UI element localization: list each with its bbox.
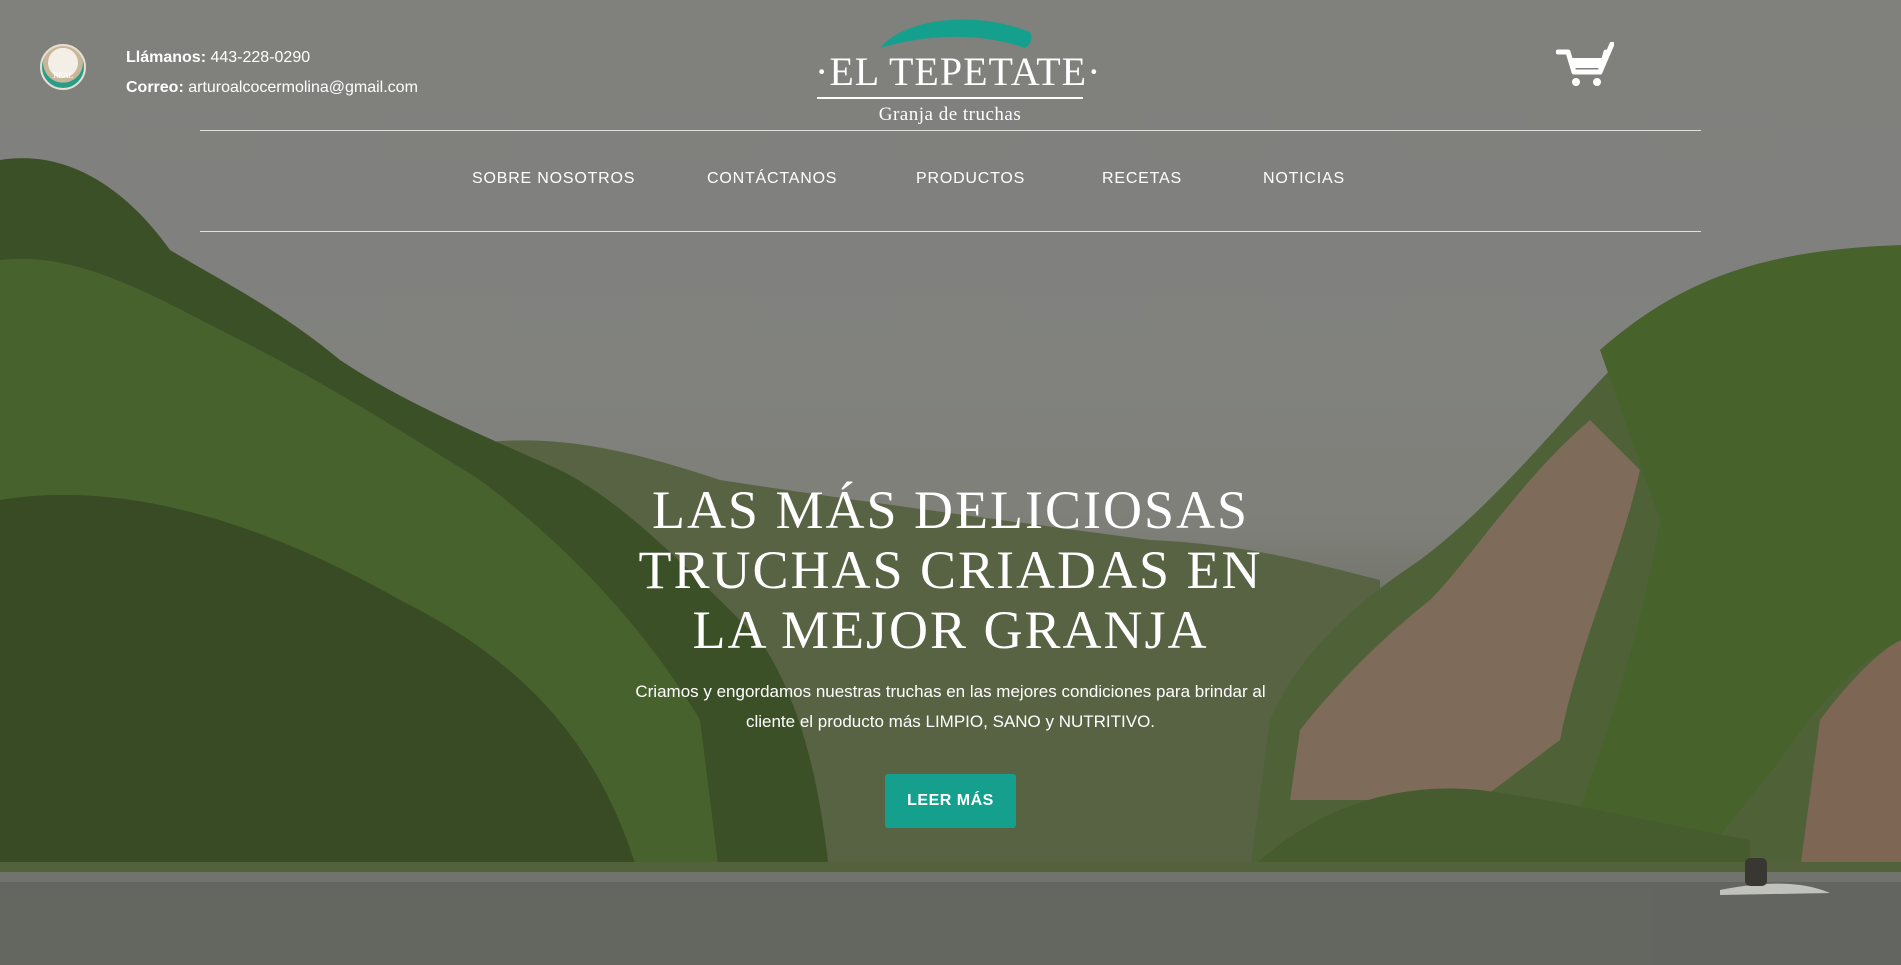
hero-title-line: TRUCHAS CRIADAS EN bbox=[638, 540, 1263, 600]
hero-title-line: LAS MÁS DELICIOSAS bbox=[651, 480, 1250, 540]
contact-info: Llámanos: 443-228-0290 Correo: arturoalc… bbox=[126, 43, 418, 103]
phone-value[interactable]: 443-228-0290 bbox=[210, 49, 310, 66]
logo-subtitle: Granja de truchas bbox=[878, 104, 1022, 125]
hero-title: LAS MÁS DELICIOSAS TRUCHAS CRIADAS EN LA… bbox=[560, 480, 1341, 660]
logo-name: ·EL TEPETATE· bbox=[815, 49, 1102, 94]
read-more-button[interactable]: LEER MÁS bbox=[885, 774, 1016, 828]
hero-description-line: Criamos y engordamos nuestras truchas en… bbox=[635, 682, 1266, 701]
badge-logo[interactable]: REAL bbox=[40, 44, 86, 90]
email-label: Correo: bbox=[126, 79, 184, 96]
nav-bottom-divider bbox=[200, 231, 1701, 232]
email-value[interactable]: arturoalcocermolina@gmail.com bbox=[188, 79, 418, 96]
email-line: Correo: arturoalcocermolina@gmail.com bbox=[126, 73, 418, 103]
nav-item-recetas[interactable]: RECETAS bbox=[1102, 170, 1182, 188]
nav-top-divider bbox=[200, 130, 1701, 131]
hero-title-line: LA MEJOR GRANJA bbox=[692, 600, 1209, 660]
badge-text: REAL bbox=[52, 72, 74, 80]
main-nav: SOBRE NOSOTROS CONTÁCTANOS PRODUCTOS REC… bbox=[0, 170, 1901, 192]
phone-line: Llámanos: 443-228-0290 bbox=[126, 43, 418, 73]
nav-item-sobre-nosotros[interactable]: SOBRE NOSOTROS bbox=[472, 170, 635, 188]
logo-underline bbox=[817, 97, 1083, 99]
hero-description: Criamos y engordamos nuestras truchas en… bbox=[600, 677, 1301, 737]
nav-item-noticias[interactable]: NOTICIAS bbox=[1263, 170, 1345, 188]
site-header: REAL Llámanos: 443-228-0290 Correo: artu… bbox=[0, 0, 1901, 130]
site-logo[interactable]: ·EL TEPETATE· Granja de truchas bbox=[815, 12, 1102, 125]
cart-icon[interactable] bbox=[1556, 42, 1614, 88]
nav-item-contactanos[interactable]: CONTÁCTANOS bbox=[707, 170, 837, 188]
nav-item-productos[interactable]: PRODUCTOS bbox=[916, 170, 1025, 188]
hero-description-line: cliente el producto más LIMPIO, SANO y N… bbox=[745, 712, 1156, 731]
phone-label: Llámanos: bbox=[126, 49, 207, 66]
